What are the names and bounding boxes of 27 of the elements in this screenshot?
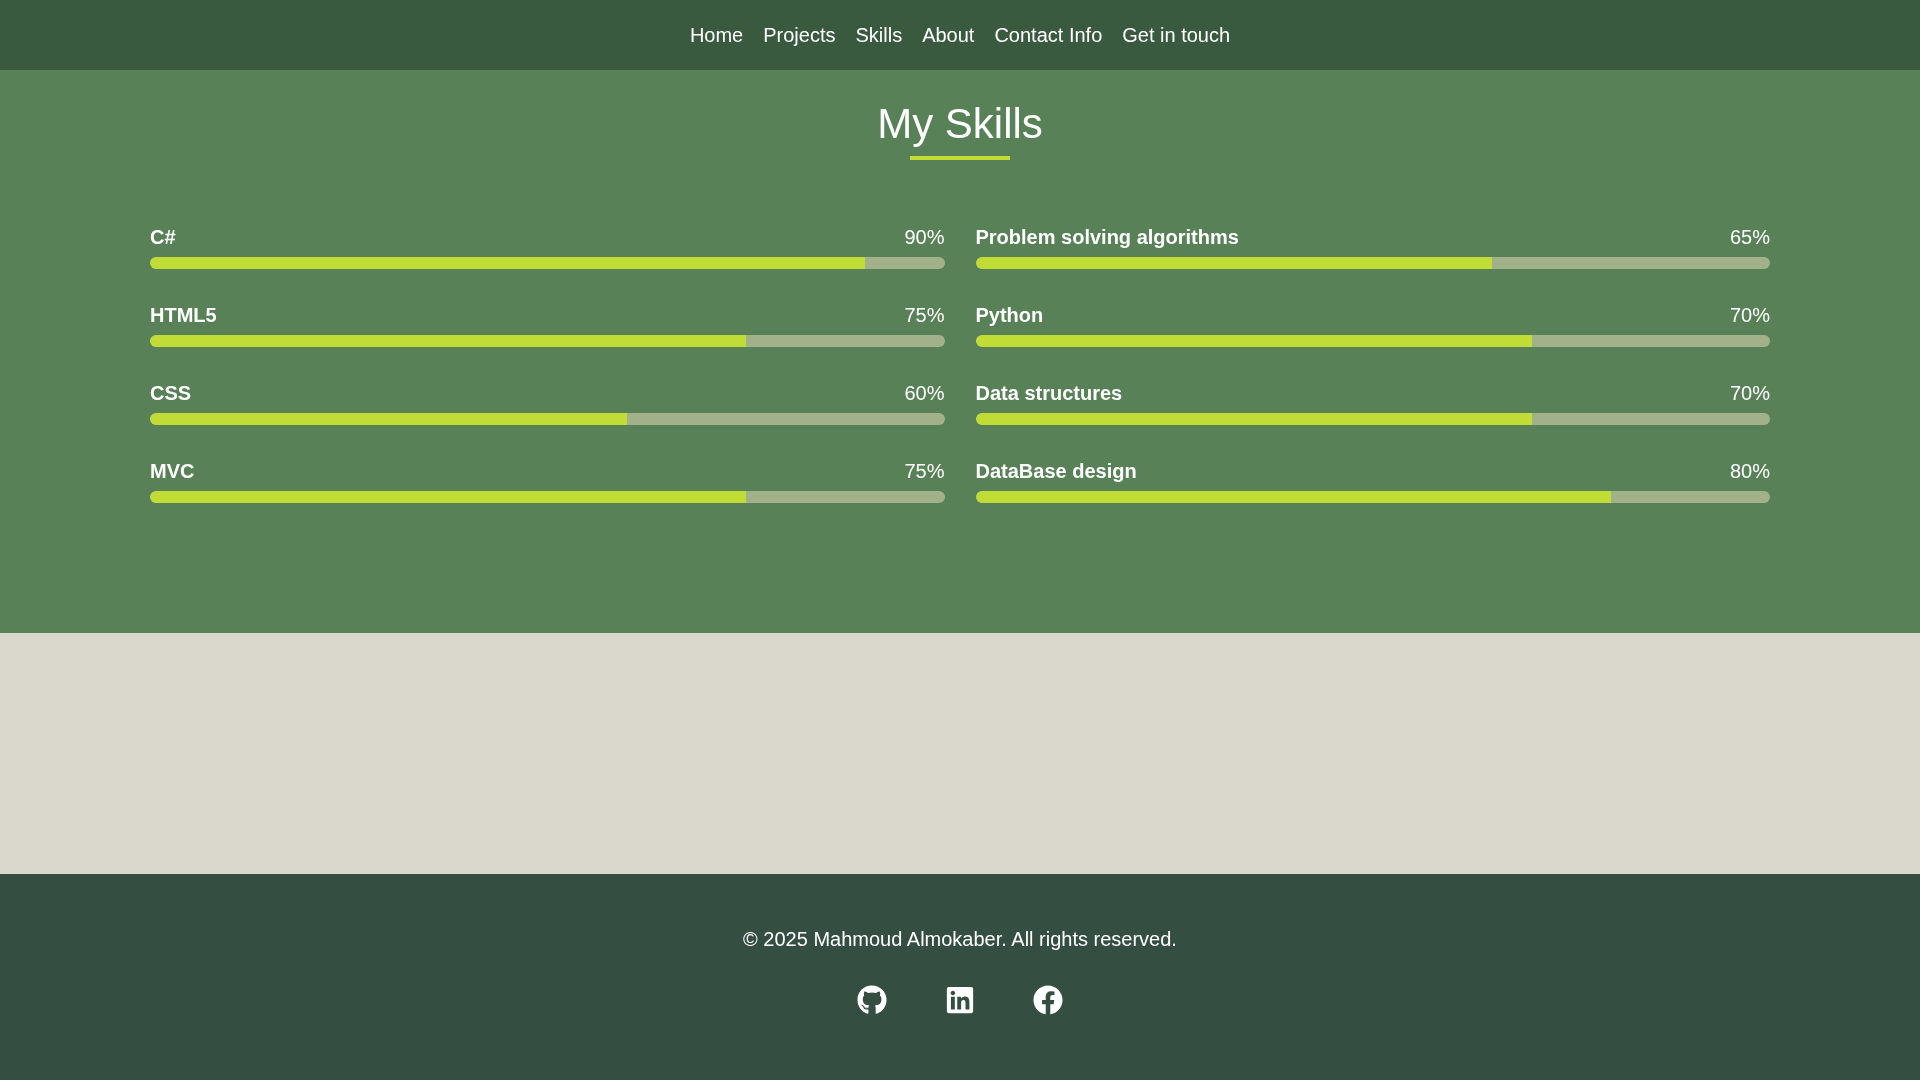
skill-name: CSS bbox=[150, 381, 192, 405]
nav-link[interactable]: Skills bbox=[855, 23, 903, 47]
skill-name: HTML5 bbox=[150, 303, 217, 327]
nav-link[interactable]: Projects bbox=[763, 23, 836, 47]
nav-link[interactable]: Get in touch bbox=[1122, 23, 1231, 47]
skill-percent: 80% bbox=[1729, 459, 1770, 483]
nav-link[interactable]: Contact Info bbox=[994, 23, 1103, 47]
skill-name: Data structures bbox=[975, 381, 1123, 405]
linkedin-icon[interactable] bbox=[945, 985, 975, 1015]
skill-percent: 65% bbox=[1729, 225, 1770, 249]
skill-name: MVC bbox=[150, 459, 195, 483]
skill-name: C# bbox=[150, 225, 176, 249]
skill-percent: 60% bbox=[904, 381, 945, 405]
skill-name: Python bbox=[975, 303, 1044, 327]
skill-percent: 90% bbox=[904, 225, 945, 249]
skill-percent: 75% bbox=[904, 303, 945, 327]
nav-link[interactable]: Home bbox=[689, 23, 744, 47]
nav-link[interactable]: About bbox=[922, 23, 975, 47]
facebook-icon[interactable] bbox=[1033, 985, 1063, 1015]
section-title: My Skills bbox=[877, 99, 1043, 149]
copyright-text: © 2025 Mahmoud Almokaber. All rights reserved. bbox=[743, 927, 1177, 951]
skill-name: Problem solving algorithms bbox=[975, 225, 1239, 249]
skill-percent: 70% bbox=[1729, 303, 1770, 327]
github-icon[interactable] bbox=[857, 985, 887, 1015]
skill-name: DataBase design bbox=[975, 459, 1137, 483]
skill-percent: 75% bbox=[904, 459, 945, 483]
skill-percent: 70% bbox=[1729, 381, 1770, 405]
